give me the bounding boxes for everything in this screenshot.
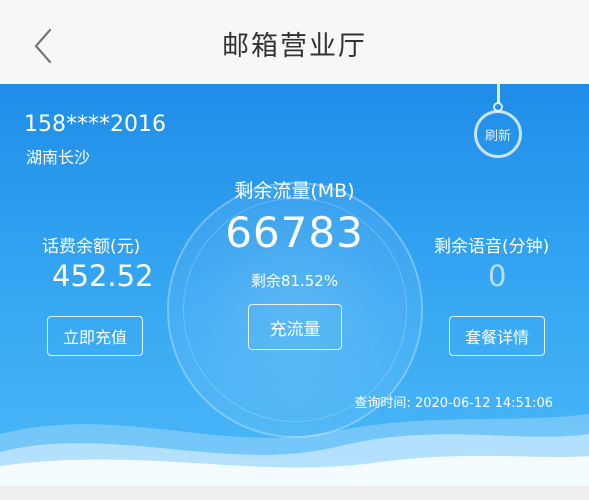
refresh-label: 刷新 bbox=[484, 128, 511, 144]
bottom-divider bbox=[0, 486, 589, 500]
screen: 邮箱营业厅 158****2016 湖南长沙 刷新 剩余流量(MB) 66783… bbox=[0, 0, 589, 500]
traffic-label: 剩余流量(MB) bbox=[234, 180, 355, 202]
voice-label: 剩余语音(分钟) bbox=[434, 237, 550, 257]
buy-traffic-button[interactable]: 充流量 bbox=[248, 304, 342, 350]
phone-number: 158****2016 bbox=[24, 112, 166, 137]
location: 湖南长沙 bbox=[26, 148, 91, 167]
refresh-button[interactable]: 刷新 bbox=[474, 110, 522, 158]
refresh-hanger bbox=[497, 84, 500, 104]
balance-label: 话费余额(元) bbox=[42, 237, 141, 257]
recharge-button[interactable]: 立即充值 bbox=[47, 316, 143, 356]
voice-value: 0 bbox=[488, 259, 507, 293]
page-title: 邮箱营业厅 bbox=[222, 31, 367, 62]
header-bar: 邮箱营业厅 bbox=[0, 0, 589, 84]
query-timestamp: 查询时间: 2020-06-12 14:51:06 bbox=[354, 396, 553, 411]
plan-details-button[interactable]: 套餐详情 bbox=[449, 316, 545, 356]
balance-value: 452.52 bbox=[52, 259, 154, 293]
account-panel: 158****2016 湖南长沙 刷新 剩余流量(MB) 66783 剩余81.… bbox=[0, 84, 589, 486]
